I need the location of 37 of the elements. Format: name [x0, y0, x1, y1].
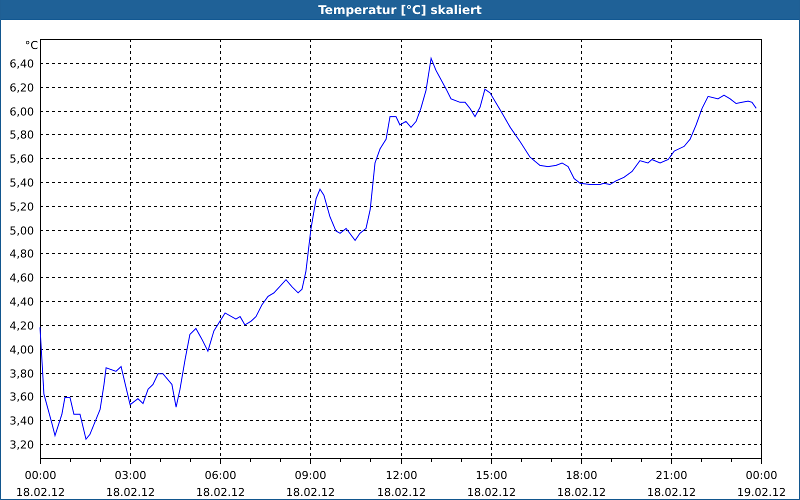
y-axis-unit-label: °C — [24, 39, 38, 52]
x-tick-date-label: 18.02.12 — [16, 486, 65, 499]
y-tick-label: 5,60 — [10, 152, 34, 166]
x-tick-label: 09:00 — [294, 469, 326, 482]
y-tick-label: 3,40 — [10, 414, 34, 428]
x-tick-date-label: 18.02.12 — [377, 486, 426, 499]
x-tick-date-label: 18.02.12 — [467, 486, 516, 499]
y-tick-label: 3,20 — [10, 438, 34, 452]
y-tick-label: 5,40 — [10, 176, 34, 190]
x-tick-date-label: 18.02.12 — [286, 486, 335, 499]
y-tick-label: 4,00 — [10, 344, 34, 356]
x-tick-label: 21:00 — [656, 469, 688, 482]
x-tick-date-label: 18.02.12 — [106, 486, 155, 499]
x-tick-label: 03:00 — [114, 469, 146, 482]
window-title: Temperatur [°C] skaliert — [1, 0, 799, 20]
y-tick-label: 4,80 — [10, 248, 34, 260]
y-tick-label: 5,80 — [10, 128, 34, 142]
x-tick-date-label: 18.02.12 — [557, 486, 606, 499]
y-tick-label: 6,20 — [10, 82, 34, 94]
y-tick-label: 3,60 — [10, 390, 34, 404]
y-tick-label: 5,00 — [10, 224, 34, 238]
x-tick-date-label: 19.02.12 — [737, 486, 786, 499]
x-tick-label: 00:00 — [746, 469, 778, 482]
x-tick-label: 15:00 — [476, 469, 508, 482]
y-tick-label: 5,20 — [10, 200, 34, 214]
y-tick-label: 6,00 — [10, 106, 34, 118]
y-tick-label: 4,60 — [10, 272, 34, 284]
x-tick-label: 18:00 — [566, 469, 598, 482]
x-tick-date-label: 18.02.12 — [196, 486, 245, 499]
x-tick-label: 12:00 — [386, 469, 418, 482]
x-tick-label: 06:00 — [204, 469, 236, 482]
x-tick-label: 00:00 — [24, 469, 56, 482]
y-tick-label: 4,40 — [10, 296, 34, 308]
y-tick-label: 3,80 — [10, 368, 34, 380]
x-tick-date-label: 18.02.12 — [647, 486, 696, 499]
y-tick-label: 4,20 — [10, 320, 34, 332]
y-tick-label: 6,40 — [10, 58, 34, 70]
